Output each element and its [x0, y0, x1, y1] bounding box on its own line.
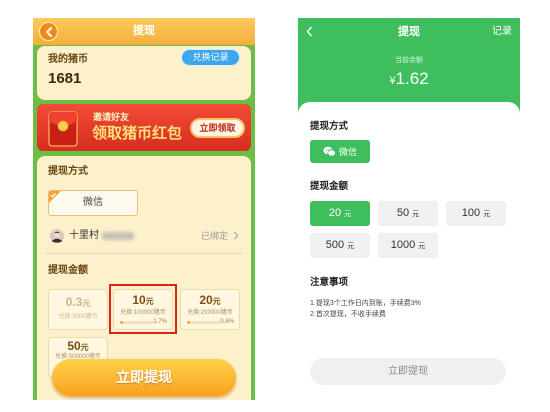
amount-unit: 元	[347, 243, 355, 250]
amount-unit: 元	[82, 299, 91, 308]
withdraw-now-button[interactable]: 立即提现	[52, 359, 236, 396]
exchange-records-button[interactable]: 兑换记录	[181, 49, 240, 66]
amount-number: 50	[67, 339, 81, 353]
amount-number: 1000	[390, 239, 416, 251]
banner-subtitle: 邀请好友	[93, 112, 130, 122]
amount-option[interactable]: 1000 元	[378, 233, 438, 258]
highlight-frame	[109, 284, 177, 334]
wechat-method-option[interactable]: 微信	[48, 190, 138, 216]
bound-account-row[interactable]: 十里村 已绑定	[37, 228, 251, 244]
progress-fill	[187, 321, 190, 324]
amount-option[interactable]: 500 元	[310, 233, 370, 258]
amount-unit: 元	[80, 343, 89, 352]
amount-number: 500	[325, 239, 345, 251]
amount-unit: 元	[418, 243, 426, 250]
avatar	[50, 229, 64, 243]
bound-status: 已绑定	[201, 231, 229, 241]
amount-number: 0.3	[65, 295, 83, 309]
amount-option[interactable]: 50 元	[378, 201, 438, 226]
amount-option[interactable]: 20元 兑换:200000猪币 0.8%	[180, 289, 240, 330]
amount-option[interactable]: 0.3元 兑换:3000猪币	[48, 289, 108, 330]
wechat-method-label: 微信	[83, 197, 103, 208]
wechat-method-label: 微信	[338, 147, 357, 157]
records-link[interactable]: 记录	[492, 26, 512, 38]
coins-card: 我的猪币 1681 兑换记录	[37, 46, 251, 100]
exchange-cost: 兑换:200000猪币	[187, 310, 233, 316]
chevron-right-icon	[233, 231, 239, 240]
progress-percent: 0.8%	[220, 319, 234, 325]
withdraw-amount-label: 提现金额	[310, 181, 349, 192]
amount-unit: 元	[344, 211, 352, 218]
blurred-name	[102, 232, 134, 240]
amount-number: 20	[328, 207, 342, 219]
amount-number: 20	[199, 293, 213, 307]
banner-title: 领取猪币红包	[92, 125, 183, 142]
note-item: 1.提现3个工作日内到账，手续费3%	[310, 300, 421, 307]
balance-value: 1.62	[395, 69, 429, 88]
coins-balance: 1681	[48, 70, 82, 87]
wechat-icon	[323, 146, 336, 157]
check-corner-icon	[49, 191, 61, 203]
red-envelope-icon	[48, 111, 78, 147]
coins-label: 我的猪币	[48, 54, 88, 65]
page-title: 提现	[398, 26, 420, 38]
claim-now-button[interactable]: 立即领取	[190, 118, 245, 138]
left-phone-screen: 提现 我的猪币 1681 兑换记录 邀请好友 领取猪币红包 立即领取 提现方式 …	[33, 18, 255, 400]
balance-amount: ¥1.62	[298, 69, 520, 91]
withdraw-amount-label: 提现金额	[48, 265, 88, 276]
note-item: 2.首次提现，不收手续费	[310, 311, 386, 318]
account-name: 十里村	[69, 230, 99, 241]
amount-unit: 元	[483, 211, 491, 218]
right-phone-screen: 提现 记录 当前余额 ¥1.62 提现方式 微信 提现金额 20 元 50 元 …	[298, 18, 520, 400]
header-bar: 提现	[33, 18, 255, 45]
exchange-cost: 兑换:3000猪币	[58, 314, 98, 320]
balance-label: 当前余额	[395, 57, 423, 64]
withdraw-method-label: 提现方式	[48, 166, 88, 177]
amount-option[interactable]: 100 元	[446, 201, 506, 226]
amount-number: 100	[461, 207, 481, 219]
amount-option[interactable]: 20 元	[310, 201, 370, 226]
withdraw-method-label: 提现方式	[310, 121, 349, 132]
divider	[45, 253, 243, 254]
wechat-method-button[interactable]: 微信	[310, 140, 370, 163]
amount-number: 50	[396, 207, 410, 219]
amount-value: 0.3元	[49, 295, 107, 311]
amount-unit: 元	[212, 297, 221, 306]
notes-label: 注意事项	[310, 277, 349, 288]
withdraw-panel: 提现方式 微信 提现金额 20 元 50 元 100 元 500 元 1000 …	[298, 102, 520, 400]
amount-value: 20元	[181, 293, 239, 309]
page-title: 提现	[133, 25, 155, 37]
amount-unit: 元	[412, 211, 420, 218]
invite-banner[interactable]: 邀请好友 领取猪币红包 立即领取	[37, 104, 251, 151]
withdraw-now-button[interactable]: 立即提现	[310, 358, 506, 385]
progress-bar	[187, 321, 221, 324]
